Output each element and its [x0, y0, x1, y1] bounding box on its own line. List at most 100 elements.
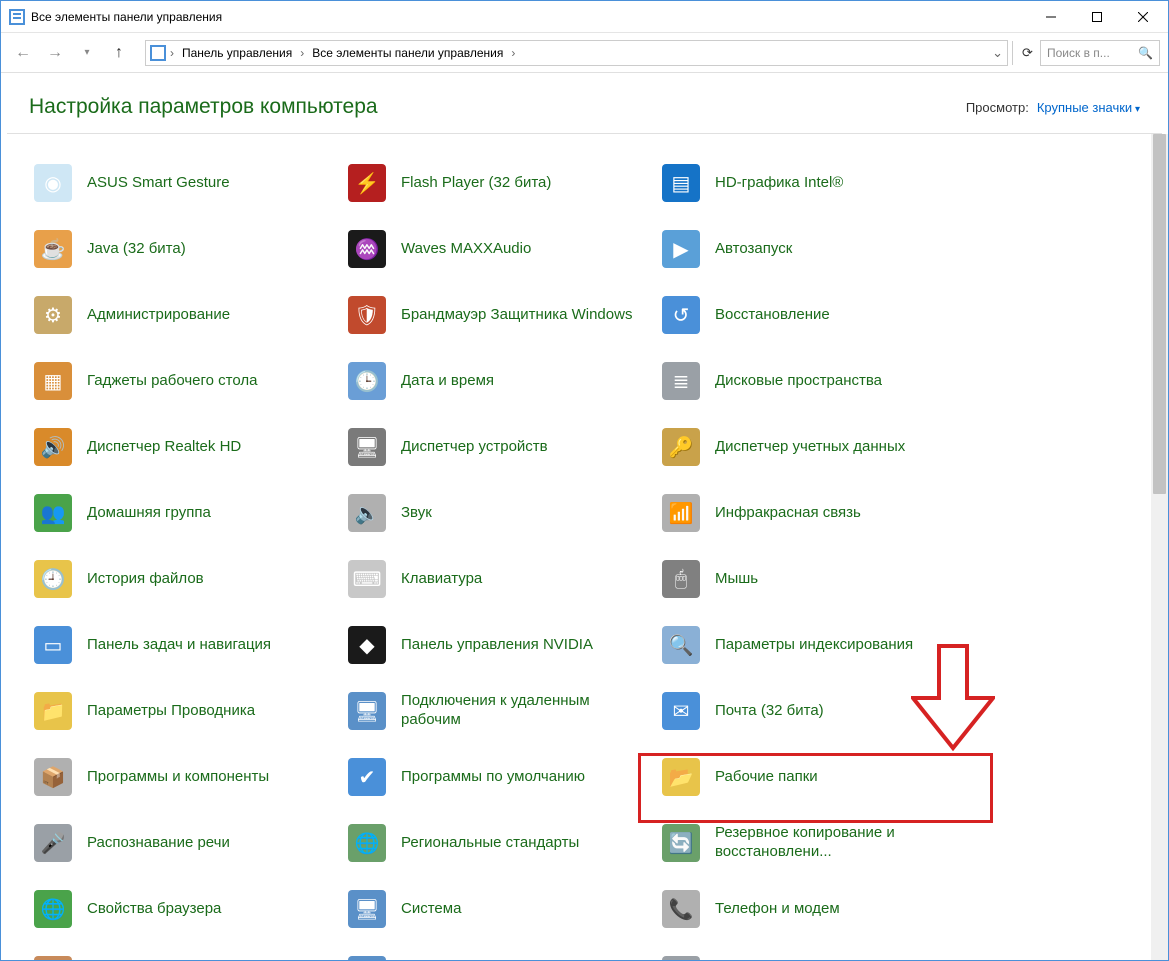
- item-label: Региональные стандарты: [401, 834, 579, 853]
- control-panel-item[interactable]: 📶Инфракрасная связь: [657, 480, 967, 546]
- control-panel-item[interactable]: 🕘История файлов: [29, 546, 339, 612]
- file-history-icon: 🕘: [33, 559, 73, 599]
- breadcrumb-item[interactable]: Панель управления: [178, 44, 296, 62]
- nvidia-icon: ◆: [347, 625, 387, 665]
- control-panel-item[interactable]: ☕Java (32 бита): [29, 216, 339, 282]
- devices-printers-icon: 🖨: [661, 955, 701, 960]
- control-panel-item[interactable]: ⚙ Администрирование: [29, 282, 339, 348]
- item-label: Java (32 бита): [87, 240, 186, 259]
- taskbar-icon: ▭: [33, 625, 73, 665]
- control-panel-item[interactable]: ▤HD-графика Intel®: [657, 150, 967, 216]
- troubleshoot-icon: 🔧: [347, 955, 387, 960]
- control-panel-item[interactable]: 🕒 Дата и время: [343, 348, 653, 414]
- control-panel-item[interactable]: 📁Параметры Проводника: [29, 678, 339, 744]
- control-panel-item[interactable]: ♒Waves MAXXAudio: [343, 216, 653, 282]
- indexing-icon: 🔍: [661, 625, 701, 665]
- backup-restore-icon: 🔄: [661, 823, 701, 863]
- control-panel-item[interactable]: 🎤Распознавание речи: [29, 810, 339, 876]
- control-panel-item[interactable]: 🌐 Региональные стандарты: [343, 810, 653, 876]
- control-panel-item[interactable]: 👥Домашняя группа: [29, 480, 339, 546]
- control-panel-item[interactable]: 🌐 Свойства браузера: [29, 876, 339, 942]
- region-icon: 🌐: [347, 823, 387, 863]
- control-panel-item[interactable]: ▭ Панель задач и навигация: [29, 612, 339, 678]
- refresh-button[interactable]: ⟳: [1012, 41, 1036, 65]
- chevron-right-icon[interactable]: ›: [168, 46, 176, 60]
- item-label: Резервное копирование и восстановлени...: [715, 824, 955, 862]
- control-panel-item[interactable]: 📦Программы и компоненты: [29, 744, 339, 810]
- datetime-icon: 🕒: [347, 361, 387, 401]
- recovery-icon: ↺: [661, 295, 701, 335]
- chevron-right-icon[interactable]: ›: [509, 46, 517, 60]
- flash-icon: ⚡: [347, 163, 387, 203]
- item-label: Домашняя группа: [87, 504, 211, 523]
- control-panel-item[interactable]: 📞Телефон и модем: [657, 876, 967, 942]
- control-panel-item[interactable]: 🖥 Диспетчер устройств: [343, 414, 653, 480]
- highlight-box-annotation: [638, 753, 993, 823]
- items-grid: ◉ASUS Smart Gesture⚡Flash Player (32 бит…: [1, 134, 1151, 960]
- speech-icon: 🎤: [33, 823, 73, 863]
- vertical-scrollbar[interactable]: [1151, 134, 1168, 960]
- remote-desktop-icon: 🖥: [347, 691, 387, 731]
- address-bar[interactable]: › Панель управления › Все элементы панел…: [145, 40, 1008, 66]
- view-dropdown[interactable]: Крупные значки: [1037, 100, 1140, 115]
- nav-row: ← → ▾ ↑ › Панель управления › Все элемен…: [1, 33, 1168, 73]
- highlight-arrow-annotation: [911, 644, 995, 752]
- address-dropdown-button[interactable]: ⌄: [992, 45, 1003, 61]
- nav-recent-button[interactable]: ▾: [73, 39, 101, 67]
- item-label: Клавиатура: [401, 570, 482, 589]
- chevron-right-icon[interactable]: ›: [298, 46, 306, 60]
- control-panel-icon: [150, 45, 166, 61]
- control-panel-item[interactable]: 🖥Подключения к удаленным рабочим: [343, 678, 653, 744]
- item-label: Свойства браузера: [87, 900, 221, 919]
- item-label: Администрирование: [87, 306, 230, 325]
- sound-icon: 🔈: [347, 493, 387, 533]
- search-input[interactable]: Поиск в п... 🔍: [1040, 40, 1160, 66]
- control-panel-item[interactable]: 🛡Брандмауэр Защитника Windows: [343, 282, 653, 348]
- close-button[interactable]: [1120, 2, 1166, 32]
- control-panel-item[interactable]: 🖱Мышь: [657, 546, 967, 612]
- maximize-button[interactable]: [1074, 2, 1120, 32]
- admin-tools-icon: ⚙: [33, 295, 73, 335]
- nav-back-button[interactable]: ←: [9, 39, 37, 67]
- breadcrumb-item[interactable]: Все элементы панели управления: [308, 44, 507, 62]
- keyboard-icon: ⌨: [347, 559, 387, 599]
- control-panel-item[interactable]: ◆Панель управления NVIDIA: [343, 612, 653, 678]
- nav-up-button[interactable]: ↑: [105, 39, 133, 67]
- internet-options-icon: 🌐: [33, 889, 73, 929]
- control-panel-item[interactable]: ▶Автозапуск: [657, 216, 967, 282]
- control-panel-item[interactable]: 🔧Устранение неполадок: [343, 942, 653, 960]
- control-panel-item[interactable]: 🔊Диспетчер Realtek HD: [29, 414, 339, 480]
- control-panel-item[interactable]: 🔑Диспетчер учетных данных: [657, 414, 967, 480]
- device-manager-icon: 🖥: [347, 427, 387, 467]
- control-panel-item[interactable]: ▦Гаджеты рабочего стола: [29, 348, 339, 414]
- system-icon: 🖥: [347, 889, 387, 929]
- item-label: Параметры Проводника: [87, 702, 255, 721]
- control-panel-item[interactable]: ◉ASUS Smart Gesture: [29, 150, 339, 216]
- autoplay-icon: ▶: [661, 229, 701, 269]
- control-panel-item[interactable]: ⚡Flash Player (32 бита): [343, 150, 653, 216]
- control-panel-item[interactable]: ↺Восстановление: [657, 282, 967, 348]
- item-label: Дисковые пространства: [715, 372, 882, 391]
- control-panel-item[interactable]: ⌨ Клавиатура: [343, 546, 653, 612]
- mail-icon: ✉: [661, 691, 701, 731]
- realtek-icon: 🔊: [33, 427, 73, 467]
- nav-forward-button[interactable]: →: [41, 39, 69, 67]
- scrollbar-thumb[interactable]: [1153, 134, 1166, 494]
- mouse-icon: 🖱: [661, 559, 701, 599]
- control-panel-item[interactable]: ✔Программы по умолчанию: [343, 744, 653, 810]
- control-panel-item[interactable]: 🖨Устройства и принтеры: [657, 942, 967, 960]
- storage-spaces-icon: ≣: [661, 361, 701, 401]
- phone-modem-icon: 📞: [661, 889, 701, 929]
- control-panel-item[interactable]: 🎨Управление цветом: [29, 942, 339, 960]
- item-label: ASUS Smart Gesture: [87, 174, 230, 193]
- item-label: Брандмауэр Защитника Windows: [401, 306, 632, 325]
- item-label: Инфракрасная связь: [715, 504, 861, 523]
- item-label: Гаджеты рабочего стола: [87, 372, 257, 391]
- item-label: Панель задач и навигация: [87, 636, 271, 655]
- control-panel-item[interactable]: ≣ Дисковые пространства: [657, 348, 967, 414]
- control-panel-item[interactable]: 🖥Система: [343, 876, 653, 942]
- item-label: Дата и время: [401, 372, 494, 391]
- minimize-button[interactable]: [1028, 2, 1074, 32]
- control-panel-item[interactable]: 🔈Звук: [343, 480, 653, 546]
- item-label: Диспетчер устройств: [401, 438, 548, 457]
